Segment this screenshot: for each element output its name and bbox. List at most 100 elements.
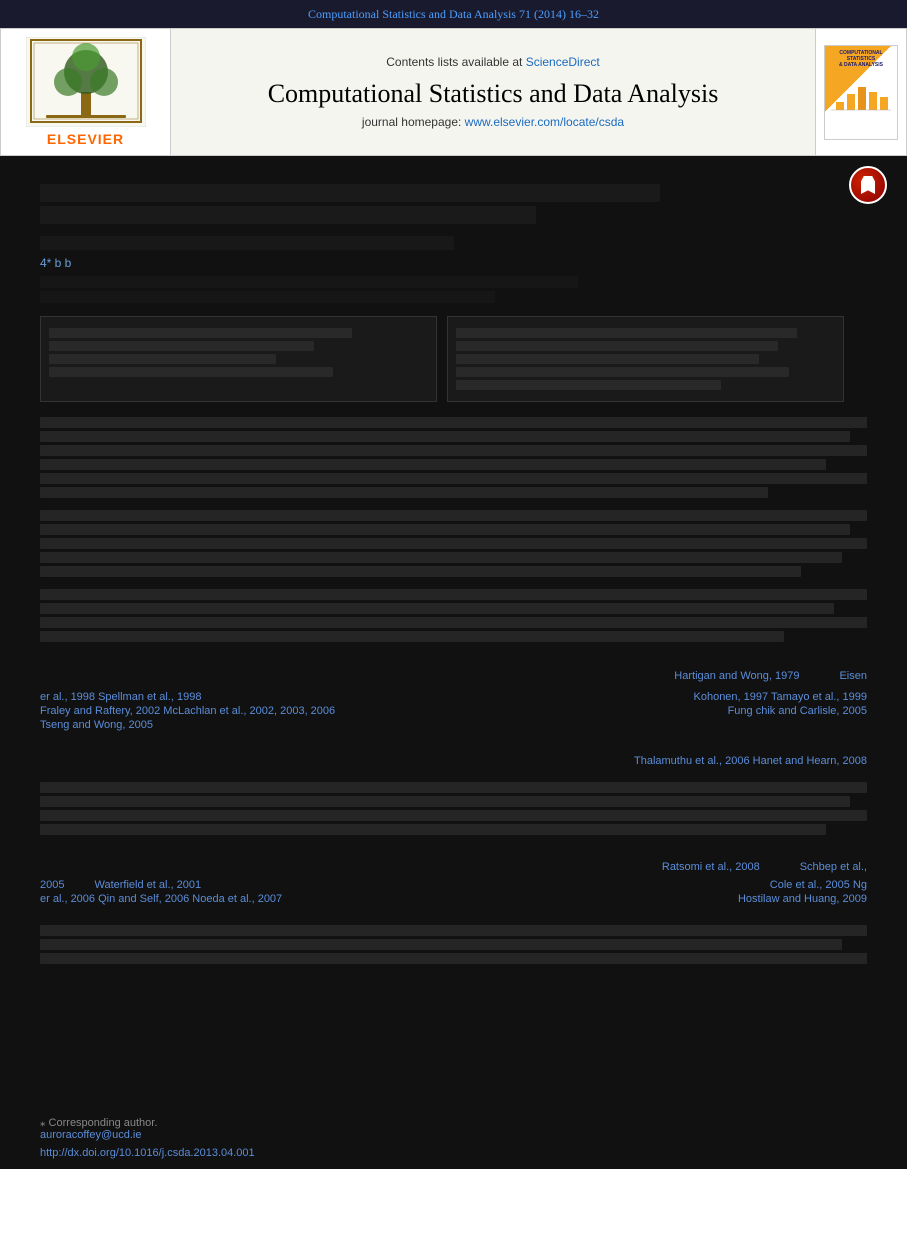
visible-references-group2: Ratsomi et al., 2008 Schbep et al., 2005… xyxy=(40,853,867,905)
cover-title: COMPUTATIONAL STATISTICS & DATA ANALYSIS xyxy=(839,50,883,68)
body-text-section4 xyxy=(40,782,867,835)
article-history-box xyxy=(40,316,437,402)
contents-available-text: Contents lists available at ScienceDirec… xyxy=(386,55,599,69)
body5-line1 xyxy=(40,925,867,936)
journal-main-title: Computational Statistics and Data Analys… xyxy=(268,79,719,109)
ref-right-group1: Hartigan and Wong, 1979 Eisen xyxy=(674,670,867,689)
author-names-line xyxy=(40,236,454,250)
body-line5 xyxy=(40,473,867,484)
body-line3 xyxy=(40,445,867,456)
ref2-left-group2: 2005 Waterfield et al., 2001 xyxy=(40,879,201,891)
ref-tseng-wong[interactable]: Tseng and Wong, 2005 xyxy=(40,719,153,735)
body2-line2 xyxy=(40,524,850,535)
author-superscripts: 4* b b xyxy=(40,256,867,270)
body3-line4 xyxy=(40,631,784,642)
journal-header: ELSEVIER Contents lists available at Sci… xyxy=(0,28,907,156)
abstract-line1 xyxy=(456,328,797,338)
history-line1 xyxy=(49,328,352,338)
abstract-box xyxy=(447,316,844,402)
body5-line3 xyxy=(40,953,867,964)
article-content-area: 4* b b xyxy=(0,156,907,1106)
ref-waterfield[interactable]: Waterfield et al., 2001 xyxy=(94,879,201,891)
body2-line3 xyxy=(40,538,867,549)
journal-cover-image: COMPUTATIONAL STATISTICS & DATA ANALYSIS xyxy=(824,45,898,140)
ref-2005[interactable]: 2005 xyxy=(40,879,64,891)
cover-chart-graphic xyxy=(831,72,891,112)
elsevier-tree-logo xyxy=(26,37,146,127)
ref-gap1 xyxy=(40,737,867,755)
ref-fungchik-carlisle[interactable]: Fung chik and Carlisle, 2005 xyxy=(728,705,867,717)
body-text-section5 xyxy=(40,925,867,964)
ref2-right-group1: Ratsomi et al., 2008 Schbep et al., xyxy=(662,861,867,877)
science-direct-link[interactable]: ScienceDirect xyxy=(526,55,600,69)
author-email-link[interactable]: auroracoffey@ucd.ie xyxy=(40,1129,141,1141)
ref-cole-ng[interactable]: Cole et al., 2005 Ng xyxy=(770,879,867,891)
ref-row-2: er al., 1998 Spellman et al., 1998 Kohon… xyxy=(40,691,867,703)
body-line4 xyxy=(40,459,826,470)
history-line3 xyxy=(49,354,276,364)
history-line2 xyxy=(49,341,314,351)
ref-hostilaw[interactable]: Hostilaw and Huang, 2009 xyxy=(738,893,867,905)
ref-row-5: Thalamuthu et al., 2006 Hanet and Hearn,… xyxy=(40,755,867,767)
body-line2 xyxy=(40,431,850,442)
abstract-line3 xyxy=(456,354,759,364)
abstract-line4 xyxy=(456,367,789,377)
body5-line2 xyxy=(40,939,842,950)
article-title-line1 xyxy=(40,184,660,202)
article-title-section: 4* b b xyxy=(40,171,867,311)
journal-url-link[interactable]: www.elsevier.com/locate/csda xyxy=(465,115,624,129)
top-banner: Computational Statistics and Data Analys… xyxy=(0,0,907,28)
affiliation-block xyxy=(40,276,867,303)
ref-eisen[interactable]: Eisen xyxy=(839,670,867,689)
ref2-row-3: er al., 2006 Qin and Self, 2006 Noeda et… xyxy=(40,893,867,905)
ref-row-1: Hartigan and Wong, 1979 Eisen xyxy=(40,670,867,689)
body3-line1 xyxy=(40,589,867,600)
body-line1 xyxy=(40,417,867,428)
ref2-row-1: Ratsomi et al., 2008 Schbep et al., xyxy=(40,861,867,877)
ref-kohonen-tamayo[interactable]: Kohonen, 1997 Tamayo et al., 1999 xyxy=(694,691,868,703)
abstract-line5 xyxy=(456,380,721,390)
ref-hartigan-wong[interactable]: Hartigan and Wong, 1979 xyxy=(674,670,799,689)
corresponding-author-email: ⁎ Corresponding author. auroracoffey@ucd… xyxy=(40,1116,867,1141)
body4-line1 xyxy=(40,782,867,793)
article-authors-block xyxy=(40,236,867,250)
body-text-section2 xyxy=(40,510,867,577)
ref-spellman[interactable]: er al., 1998 Spellman et al., 1998 xyxy=(40,691,201,703)
affiliation-line2 xyxy=(40,291,495,303)
journal-title-section: Contents lists available at ScienceDirec… xyxy=(171,29,816,155)
body2-line5 xyxy=(40,566,801,577)
visible-references-group1: Hartigan and Wong, 1979 Eisen er al., 19… xyxy=(40,662,867,767)
ref-row-4: Tseng and Wong, 2005 xyxy=(40,719,867,735)
ref2-row-2: 2005 Waterfield et al., 2001 Cole et al.… xyxy=(40,879,867,891)
body-text-section xyxy=(40,417,867,498)
body4-line3 xyxy=(40,810,867,821)
ref-thalamuthu-hanet[interactable]: Thalamuthu et al., 2006 Hanet and Hearn,… xyxy=(634,755,867,767)
history-line4 xyxy=(49,367,333,377)
ref-row-3: Fraley and Raftery, 2002 McLachlan et al… xyxy=(40,705,867,717)
body2-line4 xyxy=(40,552,842,563)
body4-line4 xyxy=(40,824,826,835)
body-line6 xyxy=(40,487,768,498)
ref-empty-left1 xyxy=(40,670,43,689)
affiliation-line1 xyxy=(40,276,578,288)
body3-line3 xyxy=(40,617,867,628)
journal-cover-section: COMPUTATIONAL STATISTICS & DATA ANALYSIS xyxy=(816,29,906,155)
elsevier-logo-section: ELSEVIER xyxy=(1,29,171,155)
body4-line2 xyxy=(40,796,850,807)
article-info-boxes xyxy=(40,316,867,402)
article-footer: ⁎ Corresponding author. auroracoffey@ucd… xyxy=(0,1106,907,1169)
elsevier-wordmark: ELSEVIER xyxy=(47,131,124,147)
ref-eral-qin-noeda[interactable]: er al., 2006 Qin and Self, 2006 Noeda et… xyxy=(40,893,282,905)
ref-ratsomi[interactable]: Ratsomi et al., 2008 xyxy=(662,861,760,877)
ref-fraley-mclachlan[interactable]: Fraley and Raftery, 2002 McLachlan et al… xyxy=(40,705,335,717)
ref-schbep[interactable]: Schbep et al., xyxy=(800,861,867,877)
abstract-line2 xyxy=(456,341,778,351)
journal-homepage-text: journal homepage: www.elsevier.com/locat… xyxy=(362,115,624,129)
body3-line2 xyxy=(40,603,834,614)
body-text-section3 xyxy=(40,589,867,642)
article-title-line2 xyxy=(40,206,536,224)
doi-section: http://dx.doi.org/10.1016/j.csda.2013.04… xyxy=(40,1147,867,1159)
banner-link[interactable]: Computational Statistics and Data Analys… xyxy=(308,7,599,21)
doi-link[interactable]: http://dx.doi.org/10.1016/j.csda.2013.04… xyxy=(40,1147,255,1159)
corresponding-author-label: ⁎ Corresponding author. xyxy=(40,1117,157,1129)
